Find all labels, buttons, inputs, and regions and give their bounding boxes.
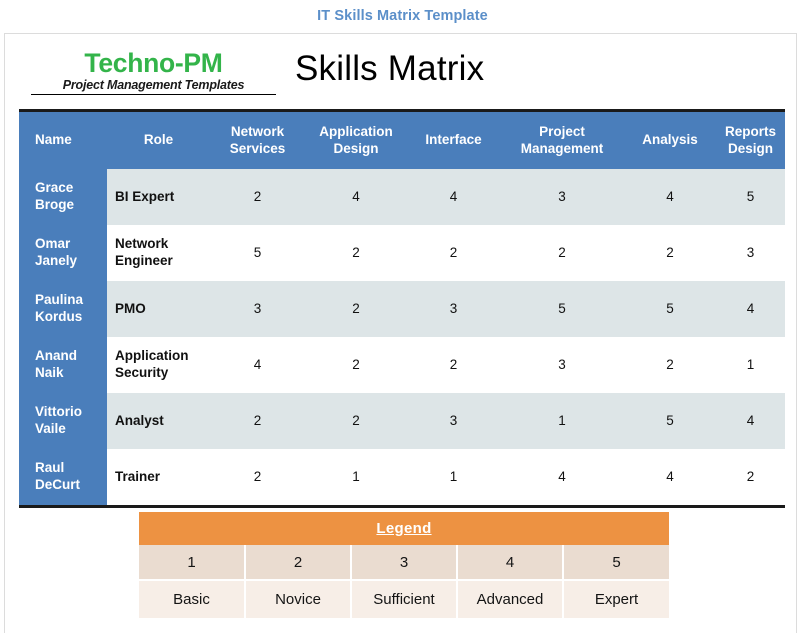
cell-interface: 1	[407, 449, 500, 505]
cell-application-design: 2	[305, 393, 407, 449]
matrix-bottom-rule	[19, 505, 785, 508]
techno-pm-logo: Techno-PM Project Management Templates	[31, 48, 276, 95]
cell-role: Analyst	[107, 393, 210, 449]
cell-analysis: 4	[624, 449, 716, 505]
cell-reports-design: 3	[716, 225, 785, 281]
cell-role: Network Engineer	[107, 225, 210, 281]
document-template-title: IT Skills Matrix Template	[317, 8, 488, 24]
cell-network-services: 5	[210, 225, 305, 281]
cell-application-design: 2	[305, 337, 407, 393]
cell-project-management: 3	[500, 169, 624, 225]
legend-label-1: Basic	[139, 580, 246, 618]
cell-application-design: 4	[305, 169, 407, 225]
cell-project-management: 4	[500, 449, 624, 505]
legend-table: Legend 1 2 3 4 5 Basic Novice Sufficient…	[139, 512, 669, 618]
cell-name: Raul DeCurt	[19, 449, 107, 505]
cell-name: Paulina Kordus	[19, 281, 107, 337]
column-header-application-design[interactable]: Application Design	[305, 112, 407, 169]
column-header-name[interactable]: Name	[19, 112, 107, 169]
cell-analysis: 5	[624, 393, 716, 449]
cell-analysis: 2	[624, 225, 716, 281]
cell-analysis: 5	[624, 281, 716, 337]
cell-role: Application Security	[107, 337, 210, 393]
cell-name: Vittorio Vaile	[19, 393, 107, 449]
cell-project-management: 1	[500, 393, 624, 449]
table-row[interactable]: Anand Naik Application Security 4 2 2 3 …	[19, 337, 785, 393]
legend-value-1: 1	[139, 545, 246, 581]
column-header-role[interactable]: Role	[107, 112, 210, 169]
logo-divider	[31, 93, 276, 95]
cell-interface: 4	[407, 169, 500, 225]
cell-interface: 3	[407, 393, 500, 449]
sheet-header: Techno-PM Project Management Templates S…	[5, 34, 796, 109]
cell-interface: 2	[407, 337, 500, 393]
legend-section: Legend 1 2 3 4 5 Basic Novice Sufficient…	[139, 512, 669, 618]
cell-reports-design: 1	[716, 337, 785, 393]
cell-role: BI Expert	[107, 169, 210, 225]
column-header-interface[interactable]: Interface	[407, 112, 500, 169]
legend-label-4: Advanced	[457, 580, 564, 618]
cell-name: Grace Broge	[19, 169, 107, 225]
table-row[interactable]: Vittorio Vaile Analyst 2 2 3 1 5 4	[19, 393, 785, 449]
logo-tagline: Project Management Templates	[62, 77, 245, 92]
document-page: Techno-PM Project Management Templates S…	[4, 33, 797, 633]
cell-role: Trainer	[107, 449, 210, 505]
cell-project-management: 2	[500, 225, 624, 281]
legend-label-5: Expert	[563, 580, 669, 618]
cell-analysis: 2	[624, 337, 716, 393]
legend-title-row: Legend	[139, 512, 669, 545]
cell-project-management: 5	[500, 281, 624, 337]
cell-name: Omar Janely	[19, 225, 107, 281]
legend-value-5: 5	[563, 545, 669, 581]
legend-label-3: Sufficient	[351, 580, 458, 618]
cell-reports-design: 2	[716, 449, 785, 505]
table-row[interactable]: Grace Broge BI Expert 2 4 4 3 4 5	[19, 169, 785, 225]
table-row[interactable]: Raul DeCurt Trainer 2 1 1 4 4 2	[19, 449, 785, 505]
cell-network-services: 2	[210, 449, 305, 505]
skills-matrix-table: Name Role Network Services Application D…	[19, 112, 785, 505]
legend-title: Legend	[139, 512, 669, 545]
skills-matrix-section: Name Role Network Services Application D…	[19, 109, 785, 508]
cell-application-design: 1	[305, 449, 407, 505]
cell-application-design: 2	[305, 281, 407, 337]
column-header-analysis[interactable]: Analysis	[624, 112, 716, 169]
cell-network-services: 4	[210, 337, 305, 393]
logo-name: Techno-PM	[84, 48, 223, 78]
column-header-reports-design[interactable]: Reports Design	[716, 112, 785, 169]
column-header-network-services[interactable]: Network Services	[210, 112, 305, 169]
cell-analysis: 4	[624, 169, 716, 225]
cell-application-design: 2	[305, 225, 407, 281]
legend-value-4: 4	[457, 545, 564, 581]
cell-project-management: 3	[500, 337, 624, 393]
table-row[interactable]: Omar Janely Network Engineer 5 2 2 2 2 3	[19, 225, 785, 281]
cell-network-services: 3	[210, 281, 305, 337]
cell-interface: 2	[407, 225, 500, 281]
cell-network-services: 2	[210, 169, 305, 225]
cell-role: PMO	[107, 281, 210, 337]
legend-value-3: 3	[351, 545, 458, 581]
legend-labels-row: Basic Novice Sufficient Advanced Expert	[139, 580, 669, 618]
page-title: Skills Matrix	[295, 49, 485, 88]
column-header-project-management[interactable]: Project Management	[500, 112, 624, 169]
table-row[interactable]: Paulina Kordus PMO 3 2 3 5 5 4	[19, 281, 785, 337]
matrix-header-row: Name Role Network Services Application D…	[19, 112, 785, 169]
cell-interface: 3	[407, 281, 500, 337]
legend-values-row: 1 2 3 4 5	[139, 545, 669, 581]
legend-value-2: 2	[245, 545, 352, 581]
cell-network-services: 2	[210, 393, 305, 449]
legend-label-2: Novice	[245, 580, 352, 618]
cell-reports-design: 4	[716, 393, 785, 449]
cell-name: Anand Naik	[19, 337, 107, 393]
cell-reports-design: 5	[716, 169, 785, 225]
cell-reports-design: 4	[716, 281, 785, 337]
